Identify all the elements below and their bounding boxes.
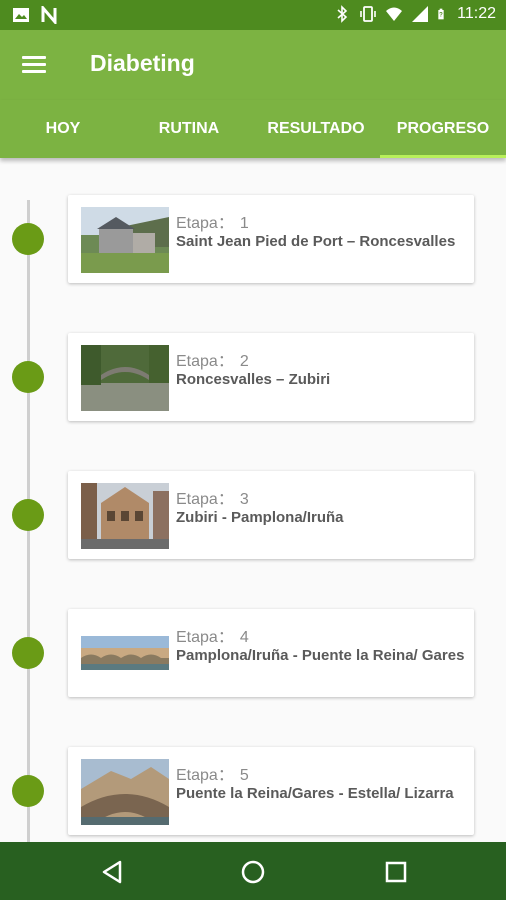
timeline-dot	[12, 499, 44, 531]
tab-rutina[interactable]: RUTINA	[126, 100, 252, 158]
stage-card-4[interactable]: Etapa： 4 Pamplona/Iruña - Puente la Reina…	[68, 609, 474, 697]
battery-icon: ?	[438, 8, 444, 20]
stage-title: Roncesvalles – Zubiri	[176, 371, 331, 388]
tab-hoy[interactable]: HOY	[0, 100, 126, 158]
wifi-icon	[386, 7, 403, 21]
image-icon	[13, 8, 29, 22]
vibrate-icon	[360, 6, 376, 22]
stage-thumbnail	[81, 483, 169, 549]
stage-card-1[interactable]: Etapa： 1 Saint Jean Pied de Port – Ronces…	[68, 195, 474, 283]
stage-label: Etapa： 3	[176, 491, 249, 508]
stage-label: Etapa： 2	[176, 353, 249, 370]
stage-thumbnail	[81, 621, 169, 687]
tab-resultado[interactable]: RESULTADO	[253, 100, 379, 158]
stage-card-2[interactable]: Etapa： 2 Roncesvalles – Zubiri	[68, 333, 474, 421]
app-title: Diabeting	[90, 50, 195, 76]
hamburger-icon[interactable]	[20, 52, 48, 78]
home-icon[interactable]	[235, 854, 271, 890]
stage-title: Zubiri - Pamplona/Iruña	[176, 509, 344, 526]
stage-thumbnail	[81, 345, 169, 411]
svg-text:?: ?	[439, 13, 443, 19]
stage-label: Etapa： 1	[176, 215, 249, 232]
bluetooth-icon	[337, 5, 348, 23]
stage-card-3[interactable]: Etapa： 3 Zubiri - Pamplona/Iruña	[68, 471, 474, 559]
stage-card-5[interactable]: Etapa： 5 Puente la Reina/Gares - Estella/…	[68, 747, 474, 835]
stage-thumbnail	[81, 207, 169, 273]
timeline-dot	[12, 637, 44, 669]
app-bar: Diabeting	[0, 30, 506, 100]
stage-title: Saint Jean Pied de Port – Roncesvalles	[176, 233, 456, 250]
stage-title: Puente la Reina/Gares - Estella/ Lizarra	[176, 785, 454, 802]
status-time: 11:22	[457, 5, 496, 22]
stage-label: Etapa： 5	[176, 767, 249, 784]
n-app-icon	[41, 6, 57, 24]
stage-thumbnail	[81, 759, 169, 825]
stage-title: Pamplona/Iruña - Puente la Reina/ Gares	[176, 647, 465, 664]
tab-progreso[interactable]: PROGRESO	[380, 100, 506, 158]
system-nav-bar	[0, 842, 506, 900]
stage-label: Etapa： 4	[176, 629, 249, 646]
back-icon[interactable]	[94, 854, 130, 890]
timeline-dot	[12, 775, 44, 807]
timeline-dot	[12, 223, 44, 255]
recents-icon[interactable]	[378, 854, 414, 890]
timeline-dot	[12, 361, 44, 393]
signal-icon	[412, 6, 429, 22]
tab-bar: HOY RUTINA RESULTADO PROGRESO	[0, 100, 506, 158]
status-bar: ? 11:22	[0, 0, 506, 30]
